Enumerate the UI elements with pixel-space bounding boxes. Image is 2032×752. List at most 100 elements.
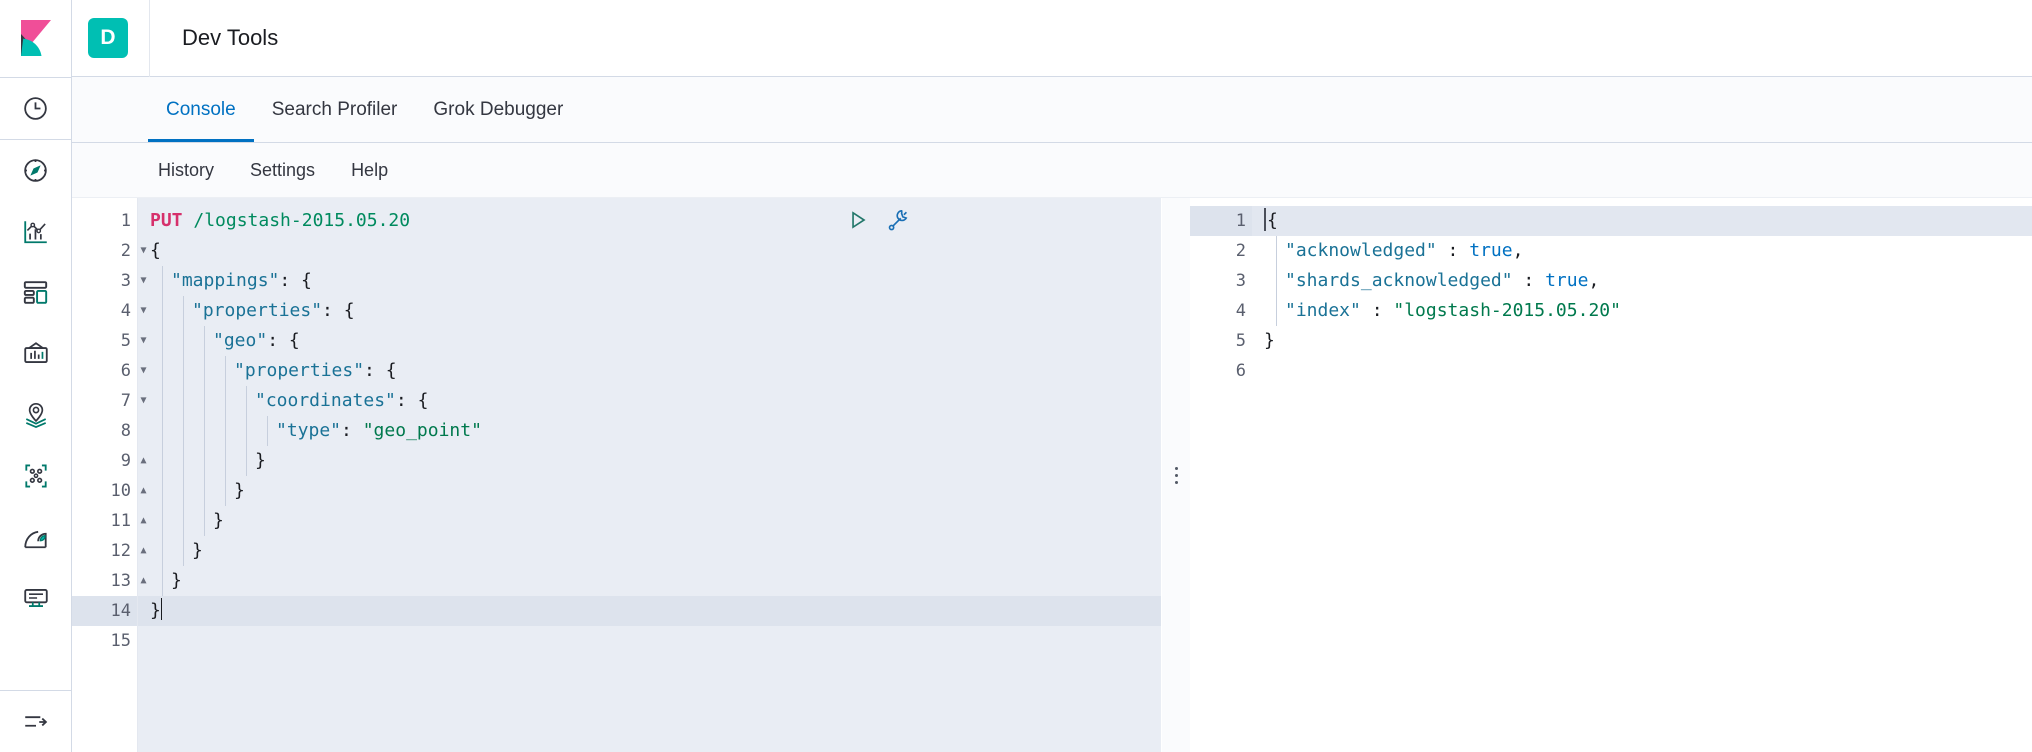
- indent-guide: [162, 386, 163, 416]
- sidebar-item-dashboard[interactable]: [0, 262, 72, 323]
- submenu-item-settings[interactable]: Settings: [250, 160, 315, 181]
- http-method: PUT: [150, 210, 183, 231]
- sidebar-item-machine-learning[interactable]: [0, 445, 72, 506]
- request-editor[interactable]: 1 2▼3▼4▼5▼6▼7▼ 8 9▲10▲11▲12▲13▲14▲ 15 PUT /l…: [72, 198, 1162, 752]
- code-line[interactable]: }: [150, 476, 1161, 506]
- line-number: 2 ▼: [72, 236, 147, 266]
- collapse-nav-button[interactable]: [0, 691, 72, 752]
- indent-guide: [183, 416, 184, 446]
- submenu-item-help[interactable]: Help: [351, 160, 388, 181]
- submenu-item-history[interactable]: History: [158, 160, 214, 181]
- indent-guide: [267, 416, 268, 446]
- tab-search-profiler[interactable]: Search Profiler: [254, 99, 416, 142]
- code-line[interactable]: }: [138, 596, 1161, 626]
- code-line[interactable]: {: [1252, 206, 2032, 236]
- json-key: "mappings": [171, 270, 280, 291]
- indent-guide: [204, 356, 205, 386]
- code-line[interactable]: }: [150, 446, 1161, 476]
- json-punctuation: ,: [1512, 240, 1524, 261]
- indent-guide: [162, 506, 163, 536]
- json-bool-value: true: [1545, 270, 1589, 291]
- sidebar-item-maps[interactable]: [0, 384, 72, 445]
- json-bool-value: true: [1469, 240, 1513, 261]
- tab-grok-debugger[interactable]: Grok Debugger: [415, 99, 581, 142]
- indent-guide: [225, 356, 226, 386]
- indent-guide: [183, 326, 184, 356]
- indent-guide: [162, 326, 163, 356]
- text-cursor: [160, 598, 163, 620]
- code-line[interactable]: "geo": {: [150, 326, 1161, 356]
- json-key: "properties": [234, 360, 365, 381]
- line-number: 3: [1235, 271, 1246, 291]
- json-punctuation: }: [150, 600, 161, 621]
- drag-dots-icon: [1174, 466, 1178, 484]
- sidebar-item-visualize[interactable]: [0, 201, 72, 262]
- indent-guide: [204, 506, 205, 536]
- code-line[interactable]: {: [150, 236, 1161, 266]
- code-line[interactable]: }: [1264, 326, 2032, 356]
- code-line[interactable]: "shards_acknowledged" : true,: [1264, 266, 2032, 296]
- indent-guide: [183, 386, 184, 416]
- line-number: 6: [1235, 361, 1246, 381]
- request-line-number-gutter: 1 2▼3▼4▼5▼6▼7▼ 8 9▲10▲11▲12▲13▲14▲ 15: [72, 198, 147, 752]
- code-line[interactable]: }: [150, 506, 1161, 536]
- indent-guide: [162, 536, 163, 566]
- response-code-area[interactable]: {"acknowledged" : true, "shards_acknowled…: [1252, 198, 2032, 752]
- infrastructure-monitoring-icon: [23, 530, 47, 548]
- code-line[interactable]: }: [150, 566, 1161, 596]
- code-line[interactable]: "coordinates": {: [150, 386, 1161, 416]
- indent-guide: [162, 416, 163, 446]
- line-number: 4 ▼: [72, 296, 147, 326]
- response-line-number-gutter: 1▼ 2 3 4 5▲ 6: [1190, 198, 1262, 752]
- sidebar-item-logs[interactable]: [0, 567, 72, 628]
- sidebar-item-infrastructure[interactable]: [0, 506, 72, 567]
- code-line[interactable]: "mappings": {: [150, 266, 1161, 296]
- indent-guide: [204, 446, 205, 476]
- rail-icon-list: [0, 78, 71, 628]
- main-region: D Dev Tools Console Search Profiler Grok…: [72, 0, 2032, 752]
- sidebar-item-canvas[interactable]: [0, 323, 72, 384]
- sidebar-item-discover[interactable]: [0, 140, 72, 201]
- canvas-presentation-icon: [23, 341, 48, 363]
- line-number: 1: [120, 211, 131, 231]
- indent-guide: [246, 386, 247, 416]
- sidebar-item-recently-viewed[interactable]: [0, 78, 72, 139]
- code-line[interactable]: [1264, 356, 2032, 386]
- page-title: Dev Tools: [182, 25, 279, 50]
- json-punctuation: : {: [364, 360, 397, 381]
- line-number: 7 ▼: [72, 386, 147, 416]
- json-separator: :: [1360, 300, 1394, 321]
- code-line[interactable]: "properties": {: [150, 296, 1161, 326]
- json-punctuation: }: [255, 450, 266, 471]
- indent-guide: [204, 476, 205, 506]
- line-number: 3 ▼: [72, 266, 147, 296]
- dev-tools-window: D Dev Tools Console Search Profiler Grok…: [0, 0, 2032, 752]
- code-line[interactable]: [150, 626, 1161, 656]
- indent-guide: [162, 476, 163, 506]
- line-number: 14▲: [72, 596, 147, 626]
- request-code-area[interactable]: PUT /logstash-2015.05.20{"mappings": {"p…: [138, 198, 1161, 752]
- code-line[interactable]: "acknowledged" : true,: [1264, 236, 2032, 266]
- pane-resize-handle[interactable]: [1162, 198, 1190, 752]
- code-line[interactable]: }: [150, 536, 1161, 566]
- response-viewer[interactable]: 1▼2345▲6 {"acknowledged" : true,"shards_…: [1190, 198, 2032, 752]
- logs-stream-icon: [23, 588, 48, 607]
- json-punctuation: }: [192, 540, 203, 561]
- tab-console[interactable]: Console: [148, 99, 254, 142]
- code-line[interactable]: "index" : "logstash-2015.05.20": [1264, 296, 2032, 326]
- kibana-logo[interactable]: [0, 0, 71, 77]
- json-punctuation: : {: [322, 300, 355, 321]
- indent-guide: [204, 386, 205, 416]
- line-number: 10 ▲: [72, 476, 147, 506]
- play-triangle-icon[interactable]: [847, 209, 869, 236]
- indent-guide: [246, 446, 247, 476]
- code-line[interactable]: "type": "geo_point": [150, 416, 1161, 446]
- code-line[interactable]: PUT /logstash-2015.05.20: [150, 206, 1161, 236]
- indent-guide: [162, 296, 163, 326]
- code-line[interactable]: "properties": {: [150, 356, 1161, 386]
- request-action-icons: [847, 208, 911, 237]
- indent-guide: [246, 416, 247, 446]
- json-punctuation: }: [213, 510, 224, 531]
- json-punctuation: }: [1264, 330, 1275, 351]
- wrench-icon[interactable]: [887, 208, 911, 237]
